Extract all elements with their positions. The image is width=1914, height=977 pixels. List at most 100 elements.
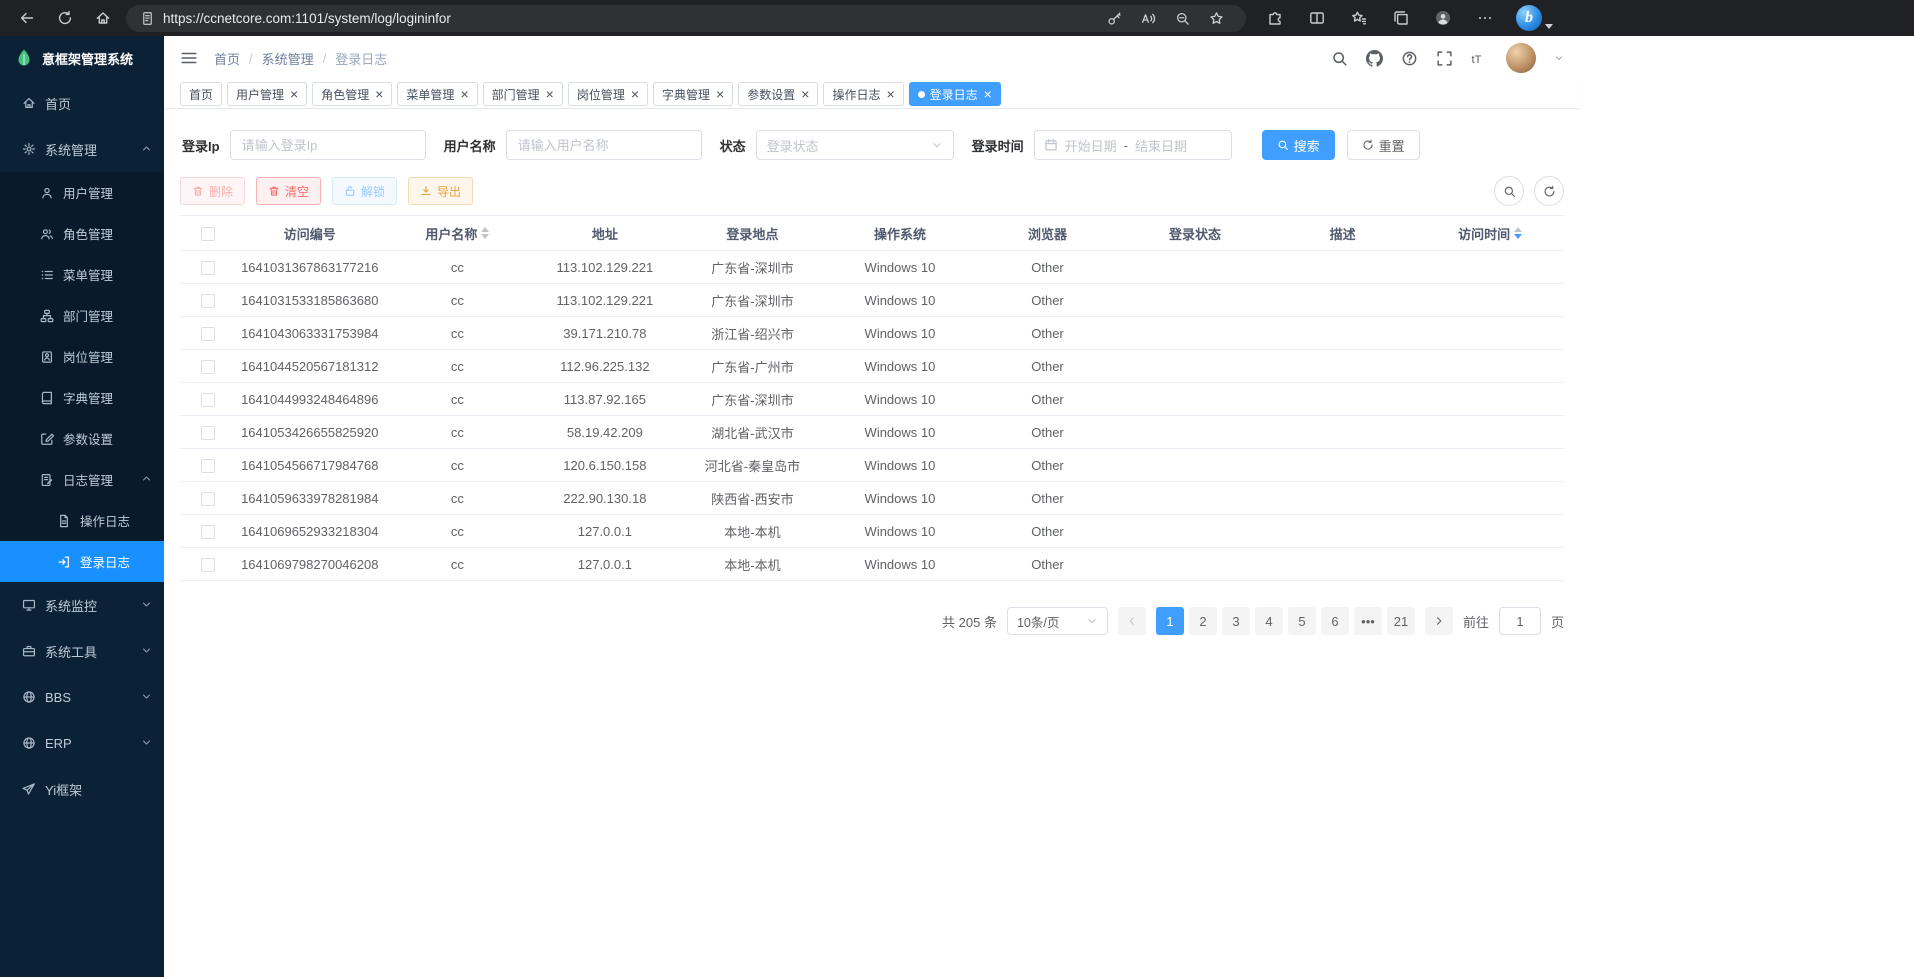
read-aloud-button[interactable] [1132, 4, 1164, 33]
row-checkbox[interactable] [201, 327, 215, 341]
breadcrumb-item[interactable]: 首页 [214, 49, 240, 68]
back-button[interactable] [10, 4, 44, 33]
toggle-search-button[interactable] [1494, 176, 1524, 206]
refresh-button[interactable] [48, 4, 82, 33]
pager-page-6[interactable]: 6 [1321, 607, 1349, 635]
sidebar-item-operation-log[interactable]: 操作日志 [0, 500, 164, 541]
pager-page-2[interactable]: 2 [1189, 607, 1217, 635]
sidebar-item-bbs[interactable]: BBS [0, 674, 164, 720]
table-row-8[interactable]: 1641069652933218304cc127.0.0.1本地-本机Windo… [180, 515, 1564, 548]
status-select[interactable]: 登录状态 [756, 130, 954, 160]
user-name-input[interactable] [506, 130, 702, 160]
select-all-checkbox[interactable] [201, 227, 215, 241]
tab-dict-mgmt[interactable]: 字典管理× [653, 82, 733, 106]
row-checkbox[interactable] [201, 558, 215, 572]
clear-button[interactable]: 清空 [256, 177, 321, 205]
goto-page-input[interactable] [1499, 607, 1541, 635]
zoom-out-button[interactable] [1166, 4, 1198, 33]
home-button[interactable] [86, 4, 120, 33]
login-ip-input[interactable] [230, 130, 426, 160]
close-icon[interactable]: × [984, 87, 992, 101]
more-button[interactable] [1468, 4, 1502, 33]
close-icon[interactable]: × [546, 87, 554, 101]
sidebar-item-system-monitor[interactable]: 系统监控 [0, 582, 164, 628]
table-row-3[interactable]: 1641044520567181312cc112.96.225.132广东省-广… [180, 350, 1564, 383]
row-checkbox[interactable] [201, 459, 215, 473]
fullscreen-button[interactable] [1436, 50, 1453, 67]
sidebar-item-home[interactable]: 首页 [0, 80, 164, 126]
tab-role-mgmt[interactable]: 角色管理× [312, 82, 392, 106]
github-button[interactable] [1366, 50, 1383, 67]
row-checkbox[interactable] [201, 294, 215, 308]
bing-chat-button[interactable]: b [1516, 5, 1553, 31]
close-icon[interactable]: × [290, 87, 298, 101]
pager-page-5[interactable]: 5 [1288, 607, 1316, 635]
next-page-button[interactable] [1425, 607, 1453, 635]
row-checkbox[interactable] [201, 525, 215, 539]
pager-page-21[interactable]: 21 [1387, 607, 1415, 635]
table-row-7[interactable]: 1641059633978281984cc222.90.130.18陕西省-西安… [180, 482, 1564, 515]
close-icon[interactable]: × [716, 87, 724, 101]
favorites-add-button[interactable] [1200, 4, 1232, 33]
pager-page-4[interactable]: 4 [1255, 607, 1283, 635]
app-logo[interactable]: 意框架管理系统 [0, 36, 164, 80]
sort-icon[interactable] [481, 227, 489, 239]
tab-operation-log[interactable]: 操作日志× [823, 82, 903, 106]
prev-page-button[interactable] [1118, 607, 1146, 635]
table-row-9[interactable]: 1641069798270046208cc127.0.0.1本地-本机Windo… [180, 548, 1564, 581]
close-icon[interactable]: × [375, 87, 383, 101]
row-checkbox[interactable] [201, 261, 215, 275]
sidebar-item-param-settings[interactable]: 参数设置 [0, 418, 164, 459]
pager-page-3[interactable]: 3 [1222, 607, 1250, 635]
row-checkbox[interactable] [201, 393, 215, 407]
row-checkbox[interactable] [201, 426, 215, 440]
sidebar-item-login-log[interactable]: 登录日志 [0, 541, 164, 582]
close-icon[interactable]: × [886, 87, 894, 101]
column-header-8[interactable]: 访问时间 [1416, 216, 1564, 251]
page-size-select[interactable]: 10条/页 [1007, 607, 1108, 635]
tab-menu-mgmt[interactable]: 菜单管理× [397, 82, 477, 106]
login-time-range-picker[interactable]: 开始日期 - 结束日期 [1034, 130, 1232, 160]
table-row-4[interactable]: 1641044993248464896cc113.87.92.165广东省-深圳… [180, 383, 1564, 416]
table-row-1[interactable]: 1641031533185863680cc113.102.129.221广东省-… [180, 284, 1564, 317]
sidebar-item-menu-mgmt[interactable]: 菜单管理 [0, 254, 164, 295]
address-bar[interactable]: https://ccnetcore.com:1101/system/log/lo… [126, 5, 1246, 32]
search-button[interactable] [1331, 50, 1348, 67]
tab-dept-mgmt[interactable]: 部门管理× [483, 82, 563, 106]
delete-button[interactable]: 删除 [180, 177, 245, 205]
pager-page-1[interactable]: 1 [1156, 607, 1184, 635]
close-icon[interactable]: × [631, 87, 639, 101]
font-size-button[interactable]: tT [1471, 50, 1488, 67]
page-info-icon[interactable] [140, 11, 155, 26]
sidebar-item-user-mgmt[interactable]: 用户管理 [0, 172, 164, 213]
column-header-1[interactable]: 用户名称 [384, 216, 532, 251]
sidebar-item-dept-mgmt[interactable]: 部门管理 [0, 295, 164, 336]
table-row-6[interactable]: 1641054566717984768cc120.6.150.158河北省-秦皇… [180, 449, 1564, 482]
table-row-0[interactable]: 1641031367863177216cc113.102.129.221广东省-… [180, 251, 1564, 284]
profile-button[interactable] [1426, 4, 1460, 33]
sort-icon[interactable] [1514, 227, 1522, 239]
tab-user-mgmt[interactable]: 用户管理× [227, 82, 307, 106]
favorites-hub-button[interactable] [1342, 4, 1376, 33]
pager-ellipsis[interactable]: ••• [1354, 607, 1382, 635]
close-icon[interactable]: × [801, 87, 809, 101]
tab-home[interactable]: 首页 [180, 82, 222, 106]
tab-login-log[interactable]: 登录日志× [909, 82, 1001, 106]
breadcrumb-item[interactable]: 系统管理 [262, 49, 314, 68]
row-checkbox[interactable] [201, 492, 215, 506]
unlock-button[interactable]: 解锁 [332, 177, 397, 205]
table-row-2[interactable]: 1641043063331753984cc39.171.210.78浙江省-绍兴… [180, 317, 1564, 350]
row-checkbox[interactable] [201, 360, 215, 374]
split-screen-button[interactable] [1300, 4, 1334, 33]
collections-button[interactable] [1384, 4, 1418, 33]
sidebar-item-role-mgmt[interactable]: 角色管理 [0, 213, 164, 254]
table-row-5[interactable]: 1641053426655825920cc58.19.42.209湖北省-武汉市… [180, 416, 1564, 449]
avatar-caret-icon[interactable] [1554, 53, 1564, 63]
sidebar-item-system-tools[interactable]: 系统工具 [0, 628, 164, 674]
sidebar-item-yi-framework[interactable]: Yi框架 [0, 766, 164, 812]
sidebar-toggle-button[interactable] [180, 49, 198, 67]
sidebar-item-erp[interactable]: ERP [0, 720, 164, 766]
refresh-table-button[interactable] [1534, 176, 1564, 206]
sidebar-item-post-mgmt[interactable]: 岗位管理 [0, 336, 164, 377]
key-button[interactable] [1098, 4, 1130, 33]
